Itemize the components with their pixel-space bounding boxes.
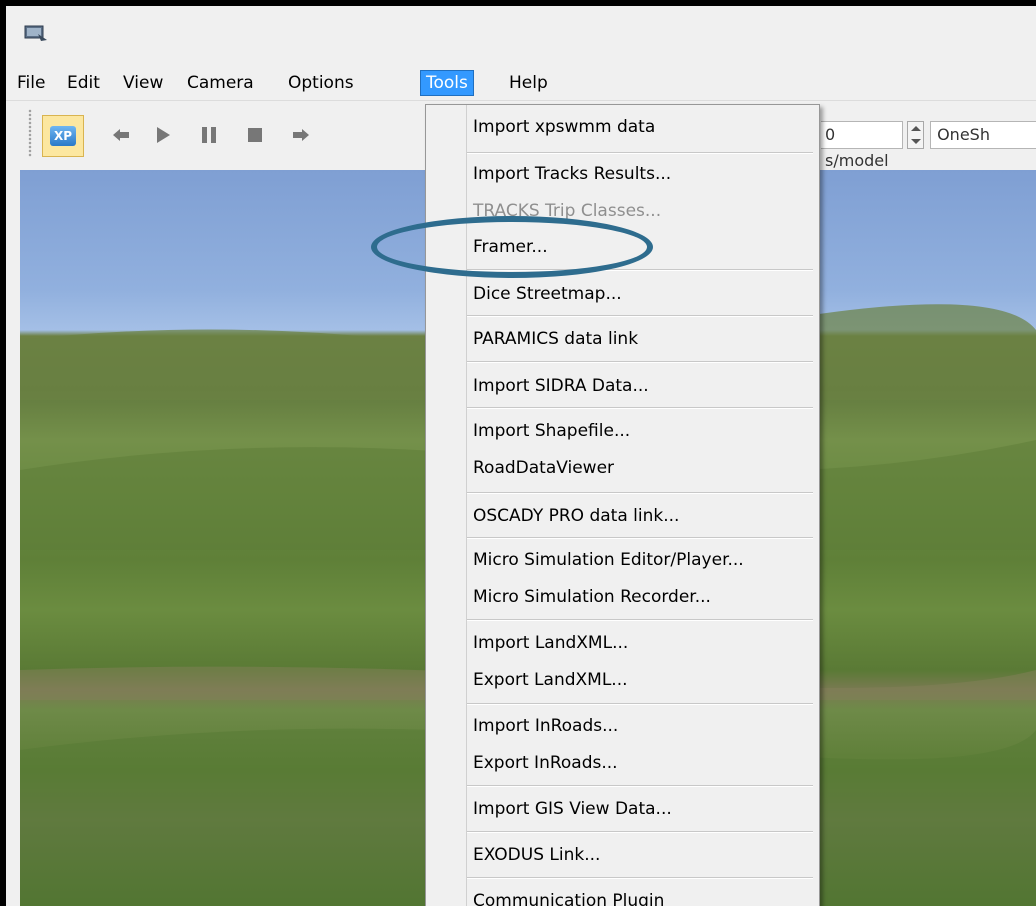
stop-button[interactable] — [238, 119, 272, 151]
menu-edit[interactable]: Edit — [66, 71, 101, 95]
menu-separator — [467, 407, 813, 409]
play-icon — [157, 127, 170, 143]
menu-item-import-tracks-results[interactable]: Import Tracks Results... — [473, 162, 671, 186]
menu-separator — [467, 152, 813, 154]
play-button[interactable] — [146, 119, 180, 151]
menu-item-dice-streetmap[interactable]: Dice Streetmap... — [473, 282, 622, 306]
menu-separator — [467, 315, 813, 317]
menu-tools[interactable]: Tools — [420, 70, 474, 96]
model-rate-spinner[interactable] — [907, 121, 925, 149]
menu-separator — [467, 877, 813, 879]
menu-item-import-shapefile[interactable]: Import Shapefile... — [473, 419, 630, 443]
menu-separator — [467, 537, 813, 539]
menu-view[interactable]: View — [122, 71, 164, 95]
menu-separator — [467, 619, 813, 621]
menu-item-import-inroads[interactable]: Import InRoads... — [473, 714, 618, 738]
menu-separator — [467, 785, 813, 787]
pause-icon — [202, 127, 216, 143]
spinner-down-icon[interactable] — [911, 139, 922, 144]
pause-button[interactable] — [192, 119, 226, 151]
menu-file[interactable]: File — [16, 71, 46, 95]
mode-select[interactable]: OneSh — [930, 121, 1036, 149]
app-icon — [24, 25, 47, 41]
menu-camera[interactable]: Camera — [186, 71, 255, 95]
spinner-up-icon[interactable] — [911, 126, 922, 131]
menu-item-import-gis-view-data[interactable]: Import GIS View Data... — [473, 797, 672, 821]
menu-item-exodus-link[interactable]: EXODUS Link... — [473, 843, 600, 867]
menu-separator — [467, 831, 813, 833]
menu-item-import-xpswmm-data[interactable]: Import xpswmm data — [473, 115, 655, 139]
menu-item-import-landxml[interactable]: Import LandXML... — [473, 631, 628, 655]
xp-button[interactable]: XP — [42, 115, 84, 157]
menu-bar: File Edit View Camera Options Tools Help — [6, 68, 1036, 98]
title-bar — [6, 6, 1036, 64]
step-forward-button[interactable] — [284, 119, 318, 151]
arrow-right-icon — [293, 129, 309, 141]
menu-help[interactable]: Help — [508, 71, 549, 95]
menu-item-export-landxml[interactable]: Export LandXML... — [473, 668, 628, 692]
menu-item-paramics-data-link[interactable]: PARAMICS data link — [473, 327, 638, 351]
menu-separator — [467, 361, 813, 363]
menu-options[interactable]: Options — [287, 71, 355, 95]
menu-item-micro-simulation-editor-player[interactable]: Micro Simulation Editor/Player... — [473, 548, 744, 572]
menu-item-export-inroads[interactable]: Export InRoads... — [473, 751, 618, 775]
highlight-ellipse-annotation — [371, 216, 653, 278]
model-rate-control: 0 s/model OneSh — [821, 121, 1036, 170]
stop-icon — [248, 128, 262, 142]
menu-item-roaddataviewer[interactable]: RoadDataViewer — [473, 456, 614, 480]
menu-separator — [467, 703, 813, 705]
menu-item-oscady-pro-data-link[interactable]: OSCADY PRO data link... — [473, 504, 679, 528]
xp-badge-icon: XP — [50, 126, 76, 146]
menu-item-import-sidra-data[interactable]: Import SIDRA Data... — [473, 374, 649, 398]
menu-separator — [467, 492, 813, 494]
step-back-button[interactable] — [104, 119, 138, 151]
toolbar-grip[interactable] — [28, 109, 32, 157]
application-window: File Edit View Camera Options Tools Help… — [6, 6, 1036, 906]
model-rate-field[interactable]: 0 s/model — [821, 121, 904, 170]
arrow-left-icon — [113, 129, 129, 141]
menu-item-communication-plugin[interactable]: Communication Plugin — [473, 889, 664, 906]
menu-item-micro-simulation-recorder[interactable]: Micro Simulation Recorder... — [473, 585, 711, 609]
